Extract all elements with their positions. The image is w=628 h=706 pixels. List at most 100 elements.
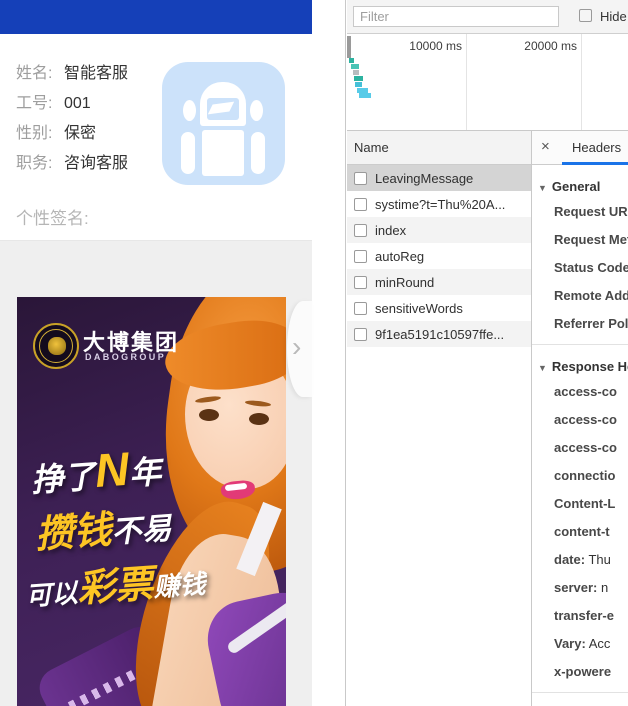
header-key: Request Method xyxy=(554,232,628,247)
request-list: LeavingMessage systime?t=Thu%20A... index a… xyxy=(347,165,531,347)
lion-emblem-icon xyxy=(48,337,66,355)
header-key: x-powere xyxy=(554,664,611,679)
chevron-right-icon[interactable]: › xyxy=(292,332,301,362)
name-column-header[interactable]: Name xyxy=(347,131,531,165)
header-line: access-co xyxy=(532,434,628,462)
waterfall-bar xyxy=(354,76,363,81)
field-value: 咨询客服 xyxy=(64,155,128,172)
header-line: Content-L xyxy=(532,490,628,518)
gridline xyxy=(466,34,467,130)
signature-label: 个性签名: xyxy=(16,204,89,229)
disclosure-triangle-icon: ▼ xyxy=(538,363,547,373)
close-icon[interactable]: × xyxy=(541,139,550,155)
profile-field: 性别:保密 xyxy=(16,119,128,149)
devtools-network-panel: Hide data URLs 10000 ms 20000 ms Name Le… xyxy=(345,0,628,706)
request-name: 9f1ea5191c10597ffe... xyxy=(375,327,504,342)
request-checkbox[interactable] xyxy=(354,302,367,315)
request-checkbox[interactable] xyxy=(354,198,367,211)
header-value: n xyxy=(597,580,608,595)
field-value: 001 xyxy=(64,95,91,112)
gridline xyxy=(581,34,582,130)
header-key: Content-L xyxy=(554,496,615,511)
request-checkbox[interactable] xyxy=(354,172,367,185)
header-line: transfer-e xyxy=(532,602,628,630)
header-line: Status Code xyxy=(532,254,628,282)
request-name: index xyxy=(375,223,406,238)
header-key: access-co xyxy=(554,412,617,427)
header-line: connectio xyxy=(532,462,628,490)
header-line: Request Method xyxy=(532,226,628,254)
header-key: content-t xyxy=(554,524,610,539)
network-request-row[interactable]: minRound xyxy=(347,269,531,295)
header-key: access-co xyxy=(554,384,617,399)
header-line: content-t xyxy=(532,518,628,546)
brand-name-en: DABOGROUP xyxy=(85,352,166,362)
customer-service-page: 姓名:智能客服工号:001性别:保密职务:咨询客服 个性签名: xyxy=(0,0,345,706)
filter-input[interactable] xyxy=(353,6,559,27)
header-key: Remote Address xyxy=(554,288,628,303)
field-label: 职务: xyxy=(16,149,64,179)
request-checkbox[interactable] xyxy=(354,250,367,263)
header-line: access-co xyxy=(532,378,628,406)
scrollbar-thumb[interactable] xyxy=(347,36,351,58)
ad-slogan-line: 攒钱不易 xyxy=(33,494,173,558)
request-checkbox[interactable] xyxy=(354,276,367,289)
header-key: date: xyxy=(554,552,585,567)
ad-slogan-line: 挣了N年 xyxy=(29,439,163,503)
timeline-tick-label: 20000 ms xyxy=(497,39,577,53)
network-overview-timeline[interactable]: 10000 ms 20000 ms xyxy=(347,34,628,131)
header-key: server: xyxy=(554,580,597,595)
section-title[interactable]: ▼Request Headers xyxy=(532,693,628,706)
request-checkbox[interactable] xyxy=(354,328,367,341)
request-name: sensitiveWords xyxy=(375,301,463,316)
profile-fields: 姓名:智能客服工号:001性别:保密职务:咨询客服 xyxy=(16,59,128,179)
details-tab-bar: × Headers xyxy=(532,131,628,165)
request-name: LeavingMessage xyxy=(375,171,473,186)
header-key: connectio xyxy=(554,468,615,483)
header-key: Referrer Policy xyxy=(554,316,628,331)
header-key: transfer-e xyxy=(554,608,614,623)
header-key: access-co xyxy=(554,440,617,455)
network-request-row[interactable]: systime?t=Thu%20A... xyxy=(347,191,531,217)
hide-data-urls-checkbox[interactable] xyxy=(579,9,592,22)
eye-shape xyxy=(199,409,219,421)
field-value: 保密 xyxy=(64,125,96,142)
header-key: Vary: xyxy=(554,636,586,651)
profile-field: 职务:咨询客服 xyxy=(16,149,128,179)
header-line: date: Thu xyxy=(532,546,628,574)
header-line: Request URL xyxy=(532,198,628,226)
headers-section: ▼General Request URL Request Method Status … xyxy=(532,165,628,338)
section-title[interactable]: ▼Response Headers xyxy=(532,345,628,378)
disclosure-triangle-icon: ▼ xyxy=(538,183,547,193)
header-key: Request URL xyxy=(554,204,628,219)
request-name: autoReg xyxy=(375,249,424,264)
request-name: minRound xyxy=(375,275,434,290)
profile-field: 工号:001 xyxy=(16,89,128,119)
hide-data-urls-label: Hide data URLs xyxy=(600,9,628,24)
tab-headers[interactable]: Headers xyxy=(572,140,621,155)
ad-banner[interactable]: 大博集团 DABOGROUP 挣了N年攒钱不易可以彩票赚钱 xyxy=(17,297,286,706)
waterfall-bar xyxy=(355,82,362,87)
robot-avatar-icon xyxy=(162,62,285,185)
waterfall-bar xyxy=(359,93,371,98)
network-request-row[interactable]: LeavingMessage xyxy=(347,165,531,191)
waterfall-bar xyxy=(349,58,354,63)
field-label: 姓名: xyxy=(16,59,64,89)
headers-section: ▼Response Headers access-co access-co acces… xyxy=(532,344,628,686)
request-name: systime?t=Thu%20A... xyxy=(375,197,505,212)
header-line: Referrer Policy xyxy=(532,310,628,338)
waterfall-bar xyxy=(353,70,359,75)
eye-shape xyxy=(249,413,269,425)
section-title[interactable]: ▼General xyxy=(532,165,628,198)
header-line: x-powere xyxy=(532,658,628,686)
header-line: Remote Address xyxy=(532,282,628,310)
header-line: server: n xyxy=(532,574,628,602)
network-request-row[interactable]: sensitiveWords xyxy=(347,295,531,321)
field-label: 工号: xyxy=(16,89,64,119)
request-checkbox[interactable] xyxy=(354,224,367,237)
network-request-row[interactable]: autoReg xyxy=(347,243,531,269)
network-request-row[interactable]: 9f1ea5191c10597ffe... xyxy=(347,321,531,347)
network-request-row[interactable]: index xyxy=(347,217,531,243)
waterfall-bar xyxy=(351,64,359,69)
header-line: Vary: Acc xyxy=(532,630,628,658)
